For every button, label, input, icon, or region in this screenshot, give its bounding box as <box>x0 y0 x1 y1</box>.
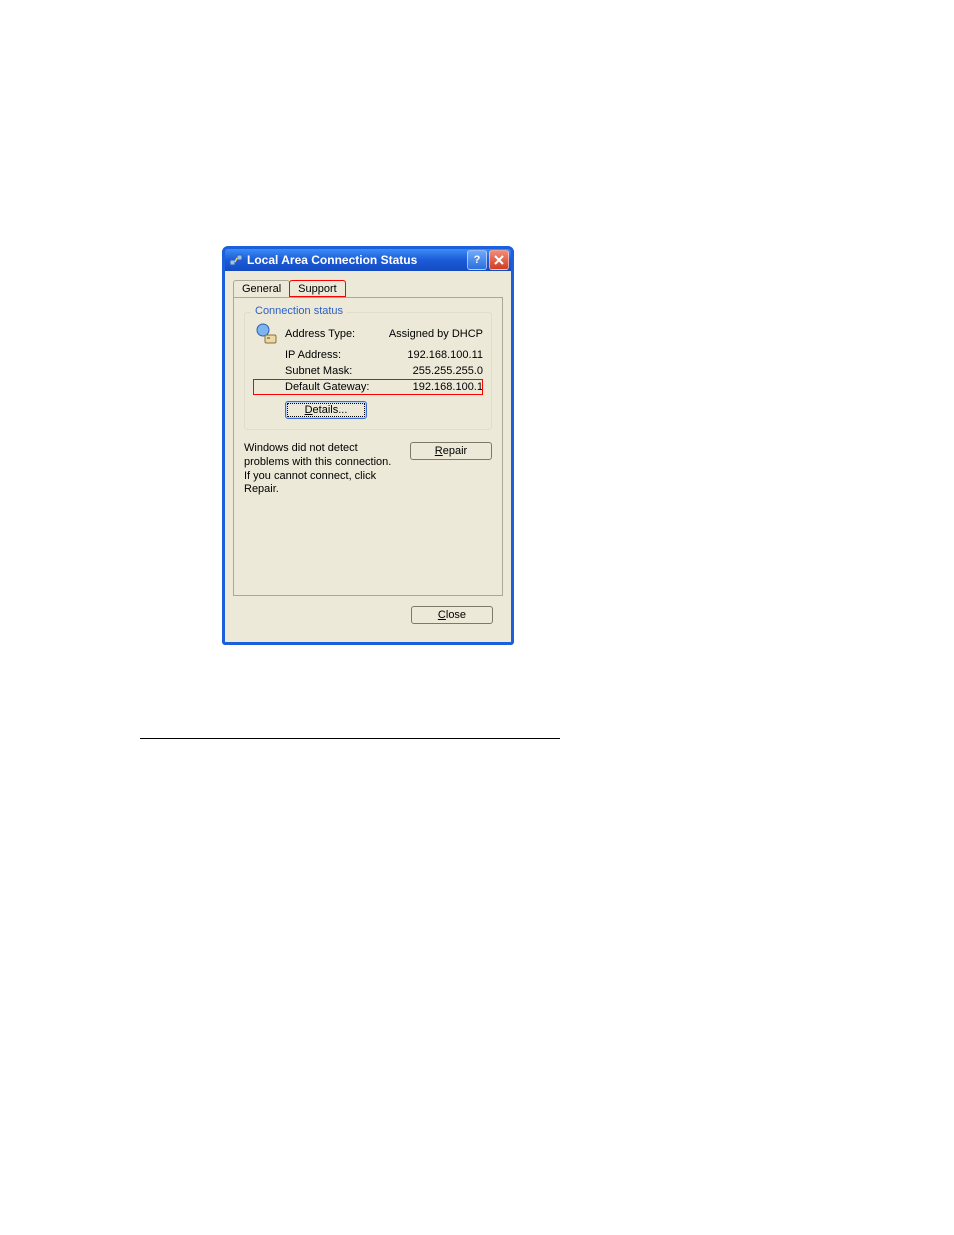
support-tabpanel: Connection status Address Type: <box>233 298 503 596</box>
value-ip-address: 192.168.100.11 <box>407 349 483 361</box>
tab-general-label: General <box>242 283 281 295</box>
value-default-gateway: 192.168.100.1 <box>413 381 483 393</box>
value-address-type: Assigned by DHCP <box>389 328 483 340</box>
dialog-footer: Close <box>233 596 503 634</box>
details-button[interactable]: Details... <box>285 401 367 419</box>
help-button[interactable]: ? <box>467 250 487 270</box>
spacer <box>244 497 492 587</box>
window-title: Local Area Connection Status <box>247 253 465 267</box>
client-area: General Support Connection status <box>225 271 511 642</box>
label-default-gateway: Default Gateway: <box>285 381 369 393</box>
tab-support-label: Support <box>298 283 337 295</box>
close-button[interactable] <box>489 250 509 270</box>
value-subnet-mask: 255.255.255.0 <box>413 365 483 377</box>
tab-support[interactable]: Support <box>289 280 346 297</box>
kv-subnet-mask: Subnet Mask: 255.255.255.0 <box>253 363 483 379</box>
connection-status-group: Connection status Address Type: <box>244 312 492 430</box>
repair-message: Windows did not detect problems with thi… <box>244 442 396 497</box>
address-type-row: Address Type: Assigned by DHCP <box>253 321 483 347</box>
label-subnet-mask: Subnet Mask: <box>285 365 352 377</box>
close-dialog-button[interactable]: Close <box>411 606 493 624</box>
details-button-label: Details... <box>305 404 348 416</box>
label-ip-address: IP Address: <box>285 349 341 361</box>
repair-button[interactable]: Repair <box>410 442 492 460</box>
kv-ip-address: IP Address: 192.168.100.11 <box>253 347 483 363</box>
tab-general[interactable]: General <box>233 280 290 297</box>
horizontal-rule <box>140 738 560 739</box>
close-button-label: Close <box>438 609 466 621</box>
titlebar[interactable]: Local Area Connection Status ? <box>225 249 511 271</box>
connection-icon <box>229 253 243 267</box>
label-address-type: Address Type: <box>285 328 355 340</box>
details-row: Details... <box>285 401 483 419</box>
local-area-connection-status-dialog: Local Area Connection Status ? General S… <box>222 246 514 645</box>
kv-address-type: Address Type: Assigned by DHCP <box>285 326 483 342</box>
repair-row: Windows did not detect problems with thi… <box>244 442 492 497</box>
network-icon <box>253 321 279 347</box>
connection-status-heading: Connection status <box>251 305 347 317</box>
tabstrip: General Support <box>233 277 503 298</box>
kv-default-gateway: Default Gateway: 192.168.100.1 <box>253 379 483 395</box>
repair-button-label: Repair <box>435 445 467 457</box>
